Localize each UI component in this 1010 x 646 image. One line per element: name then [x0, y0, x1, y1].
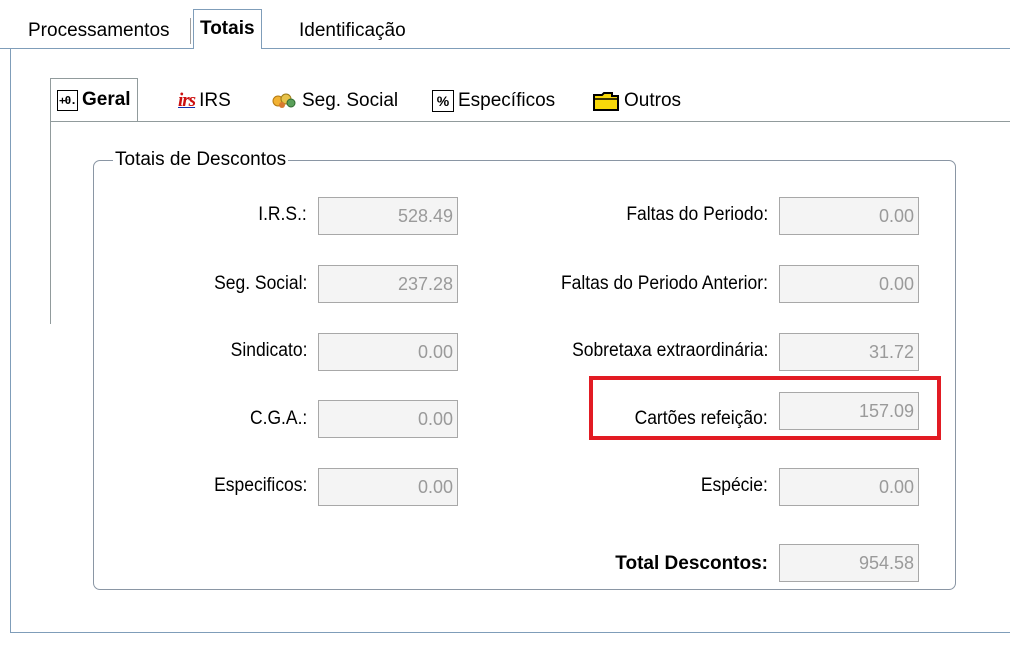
faltas-periodo-anterior-label: Faltas do Periodo Anterior: [561, 273, 768, 294]
tab-seg-social[interactable]: Seg. Social [270, 86, 398, 116]
tab-geral-label: Geral [82, 89, 131, 110]
especificos-field[interactable]: 0.00 [318, 468, 458, 506]
total-descontos-label: Total Descontos: [615, 553, 768, 574]
inner-panel-left-border [50, 121, 51, 324]
faltas-periodo-anterior-field[interactable]: 0.00 [779, 265, 919, 303]
especificos-label: Especificos: [213, 475, 307, 496]
seg-social-label: Seg. Social: [213, 273, 307, 294]
especie-label: Espécie: [700, 475, 768, 496]
faltas-periodo-field[interactable]: 0.00 [779, 197, 919, 235]
tab-irs-label: IRS [199, 90, 231, 111]
tab-processamentos[interactable]: Processamentos [22, 14, 176, 48]
tab-irs[interactable]: irs IRS [178, 86, 231, 116]
cga-label: C.G.A.: [249, 408, 307, 429]
faltas-periodo-label: Faltas do Periodo: [626, 204, 768, 225]
seg-social-icon [270, 91, 298, 111]
folder-icon [592, 90, 620, 112]
tab-seg-social-label: Seg. Social [302, 90, 399, 111]
irs-field[interactable]: 528.49 [318, 197, 458, 235]
irs-logo-icon: irs [178, 90, 196, 111]
tab-geral[interactable]: +0. Geral [50, 78, 138, 121]
tab-totais[interactable]: Totais [193, 9, 262, 49]
tab-outros[interactable]: Outros [592, 86, 681, 116]
seg-social-field[interactable]: 237.28 [318, 265, 458, 303]
cga-field[interactable]: 0.00 [318, 400, 458, 438]
inner-tab-baseline [50, 121, 1010, 122]
tab-especificos[interactable]: % Específicos [432, 86, 555, 116]
sub-tab-strip: +0. Geral irs IRS Seg. Social % Específi… [46, 78, 1010, 121]
tab-separator [190, 18, 191, 44]
sobretaxa-field[interactable]: 31.72 [779, 333, 919, 371]
highlight-box [589, 376, 941, 440]
tab-outros-label: Outros [624, 90, 682, 111]
main-tab-strip: Processamentos Totais Identificação [0, 0, 1010, 49]
sindicato-field[interactable]: 0.00 [318, 333, 458, 371]
especie-field[interactable]: 0.00 [779, 468, 919, 506]
sindicato-label: Sindicato: [230, 340, 307, 361]
percent-icon: % [432, 90, 454, 112]
geral-icon: +0. [57, 89, 78, 111]
tab-identificacao[interactable]: Identificação [293, 14, 412, 48]
total-descontos-field[interactable]: 954.58 [779, 544, 919, 582]
tab-especificos-label: Específicos [458, 90, 556, 111]
sobretaxa-label: Sobretaxa extraordinária: [571, 340, 768, 361]
irs-label: I.R.S.: [258, 204, 307, 225]
group-title: Totais de Descontos [113, 149, 289, 171]
